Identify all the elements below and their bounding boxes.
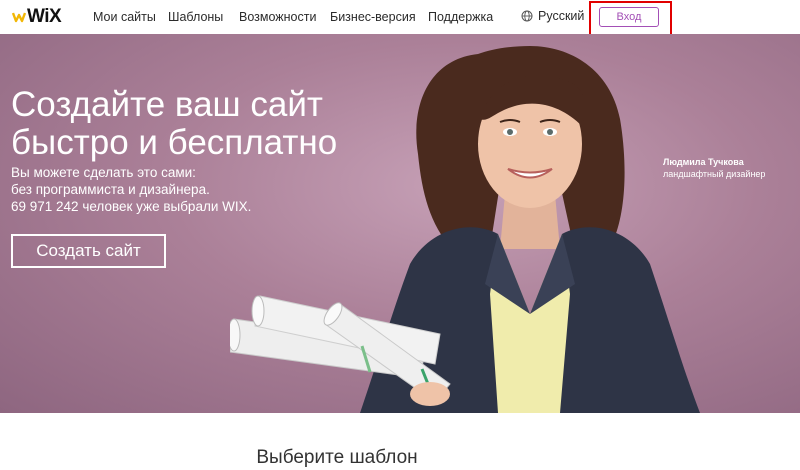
hero-title-line-1: Создайте ваш сайт (11, 85, 323, 124)
logo-text: WiX (27, 6, 62, 27)
nav-my-sites[interactable]: Мои сайты (93, 10, 156, 24)
nav-support[interactable]: Поддержка (428, 10, 493, 24)
hero-title: Создайте ваш сайт быстро и бесплатно (11, 86, 431, 162)
nav-features[interactable]: Возможности (239, 10, 316, 24)
language-selector[interactable]: Русский (521, 9, 584, 23)
create-site-button[interactable]: Создать сайт (11, 234, 166, 268)
hero-title-line-2: быстро и бесплатно (11, 123, 338, 162)
person-role: ландшафтный дизайнер (663, 169, 766, 179)
hero-subtitle-line: Вы можете сделать это сами: (11, 165, 196, 180)
wix-logo[interactable]: WiX (12, 6, 62, 27)
hero-subtitle-line: 69 971 242 человек уже выбрали WIX. (11, 199, 252, 214)
hero-subtitle-line: без программиста и дизайнера. (11, 182, 210, 197)
hero-subtitle: Вы можете сделать это сами: без программ… (11, 164, 431, 215)
nav-templates[interactable]: Шаблоны (168, 10, 223, 24)
wix-crown-logo-icon (12, 12, 26, 23)
choose-template-heading: Выберите шаблон (0, 446, 800, 470)
person-caption: Людмила Тучкова ландшафтный дизайнер (663, 156, 765, 180)
person-name: Людмила Тучкова (663, 157, 744, 167)
nav-business[interactable]: Бизнес-версия (330, 10, 416, 24)
language-label: Русский (538, 9, 585, 23)
hero-banner: Создайте ваш сайт быстро и бесплатно Вы … (0, 34, 800, 413)
site-header: WiX Мои сайты Шаблоны Возможности Бизнес… (0, 0, 800, 34)
globe-icon (521, 10, 533, 22)
choose-template-text: Выберите шаблон (256, 447, 418, 468)
